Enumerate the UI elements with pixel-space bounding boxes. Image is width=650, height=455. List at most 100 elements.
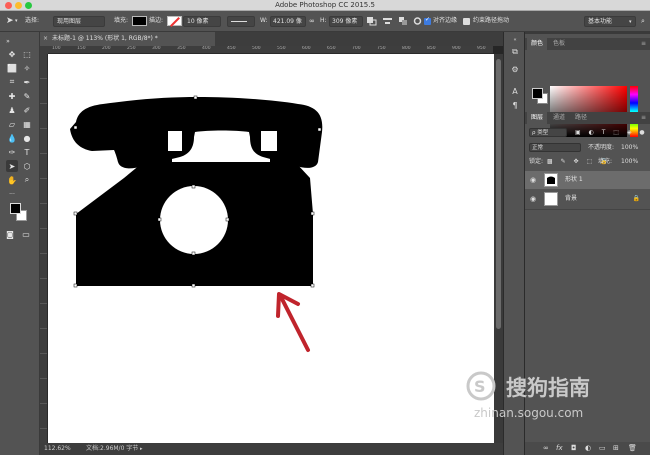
align-edges-checkbox[interactable] — [424, 16, 431, 25]
search-icon[interactable]: ⌕ — [641, 15, 645, 27]
ruler-tick-label: 750 — [377, 46, 386, 51]
tab-channels[interactable]: 通道 — [549, 112, 569, 124]
paragraph-panel-icon[interactable]: ¶ — [509, 100, 521, 112]
delete-layer-icon[interactable]: 🗑 — [628, 444, 637, 452]
status-menu-icon[interactable]: ▸ — [140, 443, 143, 455]
history-panel-icon[interactable]: ⧉ — [509, 46, 521, 58]
shape-tool-icon[interactable]: ⬡ — [21, 160, 33, 172]
path-selection-tool-icon[interactable]: ➤ — [6, 160, 18, 172]
workspace-chevron-down-icon: ▾ — [629, 19, 632, 25]
document-canvas[interactable] — [48, 54, 494, 445]
ruler-origin[interactable] — [40, 46, 48, 54]
workspace-dropdown[interactable]: 基本功能 ▾ — [584, 16, 636, 27]
foreground-color-swatch[interactable] — [10, 203, 21, 214]
stroke-width-field[interactable]: 10 像素 — [183, 16, 221, 27]
color-panel-foreground-swatch[interactable] — [532, 88, 543, 99]
crop-tool-icon[interactable]: ⌗ — [6, 76, 18, 88]
marquee-tool-icon[interactable]: ⬜ — [6, 62, 18, 74]
constrain-path-checkbox[interactable] — [463, 18, 470, 25]
color-panel-menu-icon[interactable]: ≡ — [637, 38, 650, 50]
settings-gear-icon[interactable] — [412, 16, 423, 26]
fill-value[interactable]: 100% — [621, 156, 638, 168]
eraser-tool-icon[interactable]: ▱ — [6, 118, 18, 130]
artboard-tool-icon[interactable]: ⬚ — [21, 48, 33, 60]
layers-panel-menu-icon[interactable]: ≡ — [637, 112, 650, 124]
background-layer-thumbnail — [544, 192, 558, 206]
close-tab-icon[interactable]: × — [43, 32, 48, 46]
tool-preset-dropdown-icon[interactable]: ▾ — [15, 15, 18, 27]
layer-filter-dropdown[interactable]: ρ 类型 — [529, 128, 567, 137]
healing-brush-tool-icon[interactable]: ✚ — [6, 90, 18, 102]
height-value: 309 像素 — [332, 18, 358, 25]
blur-tool-icon[interactable]: 💧 — [6, 132, 18, 144]
opacity-value[interactable]: 100% — [621, 142, 638, 154]
document-tab[interactable]: × 未标题-1 @ 113% (形状 1, RGB/8*) * — [40, 32, 215, 46]
dodge-tool-icon[interactable]: ● — [21, 132, 33, 144]
add-mask-icon[interactable]: ◘ — [571, 444, 577, 452]
svg-text:S: S — [474, 377, 486, 396]
select-dropdown[interactable]: 现用图层 — [53, 16, 105, 27]
clone-stamp-tool-icon[interactable]: ♟ — [6, 104, 18, 116]
layer-row-background[interactable]: ◉ 背景 🔒 — [525, 190, 650, 208]
properties-panel-icon[interactable]: ⚙ — [509, 64, 521, 76]
zoom-level[interactable]: 112.62% — [44, 443, 71, 455]
layer-style-icon[interactable]: fx — [556, 444, 563, 452]
path-select-tool-icon[interactable]: ➤ — [6, 15, 14, 27]
new-layer-icon[interactable]: ⊞ — [613, 444, 619, 452]
layer-row-shape1[interactable]: ◉ 形状 1 — [525, 171, 650, 189]
panel-top-divider — [525, 32, 650, 34]
brush-tool-icon[interactable]: ✎ — [21, 90, 33, 102]
tab-paths[interactable]: 路径 — [571, 112, 591, 124]
hand-tool-icon[interactable]: ✋ — [6, 174, 18, 186]
height-field[interactable]: 309 像素 — [329, 16, 363, 27]
lock-fill-row: 锁定: ▩ ✎ ✥ ⬚ 🔒 填充: 100% — [525, 156, 650, 168]
tab-layers[interactable]: 图层 — [527, 112, 548, 124]
options-bar: ➤ ▾ 选择: 现用图层 填充: 描边: 10 像素 W: 421.09 像 ∞… — [0, 11, 650, 32]
collapse-toolbar-icon[interactable]: » — [2, 35, 14, 47]
path-operations-icon[interactable] — [366, 16, 377, 26]
gradient-tool-icon[interactable]: ▦ — [21, 118, 33, 130]
link-icon[interactable]: ∞ — [309, 15, 315, 27]
eyedropper-tool-icon[interactable]: ✒ — [21, 76, 33, 88]
link-layers-icon[interactable]: ∞ — [543, 444, 549, 452]
zoom-tool-icon[interactable]: ⌕ — [21, 174, 33, 186]
stroke-type-dropdown[interactable] — [227, 16, 255, 27]
more-tools-icon[interactable]: ··· — [6, 188, 18, 200]
ruler-tick-label: 400 — [202, 46, 211, 51]
ruler-tick-label: 700 — [352, 46, 361, 51]
collapse-dock-icon[interactable]: « — [509, 34, 521, 46]
path-arrangement-icon[interactable] — [398, 16, 409, 26]
watermark-logo: S — [466, 371, 496, 401]
vertical-scrollbar-thumb[interactable] — [496, 59, 501, 329]
tab-swatches[interactable]: 色板 — [549, 38, 569, 50]
screen-mode-icon[interactable]: ▭ — [20, 228, 32, 240]
visibility-eye-icon[interactable]: ◉ — [530, 171, 536, 189]
fill-swatch[interactable] — [132, 16, 147, 26]
magic-wand-tool-icon[interactable]: ✧ — [21, 62, 33, 74]
character-panel-icon[interactable]: A — [509, 86, 521, 98]
vertical-ruler[interactable] — [40, 54, 48, 443]
ruler-tick-label: 650 — [327, 46, 336, 51]
horizontal-ruler[interactable]: 100 150 200 250 300 350 400 450 500 550 600 650 700 7… — [48, 46, 493, 54]
ruler-tick-label: 300 — [152, 46, 161, 51]
adjustment-layer-icon[interactable]: ◐ — [585, 444, 591, 452]
fill-label: 填充: — [598, 158, 613, 165]
history-brush-tool-icon[interactable]: ✐ — [21, 104, 33, 116]
stroke-width-value: 10 像素 — [187, 18, 209, 25]
path-alignment-icon[interactable] — [382, 16, 393, 26]
layer-filter-icons[interactable]: ▣ ◐ T ⬚ ◈ ● — [575, 127, 648, 139]
blend-mode-dropdown[interactable]: 正常 — [529, 143, 581, 152]
window-title: Adobe Photoshop CC 2015.5 — [275, 1, 375, 9]
new-group-icon[interactable]: ▭ — [599, 444, 606, 452]
visibility-eye-icon[interactable]: ◉ — [530, 190, 536, 208]
document-tab-bar: × 未标题-1 @ 113% (形状 1, RGB/8*) * — [40, 32, 503, 46]
handset-gap-right — [261, 131, 277, 151]
pen-tool-icon[interactable]: ✑ — [6, 146, 18, 158]
move-tool-icon[interactable]: ✥ — [6, 48, 18, 60]
stroke-swatch[interactable] — [167, 16, 182, 26]
quick-mask-icon[interactable]: ◙ — [4, 228, 16, 240]
tab-color[interactable]: 颜色 — [527, 38, 548, 50]
type-tool-icon[interactable]: T — [21, 146, 33, 158]
width-field[interactable]: 421.09 像 — [270, 16, 306, 27]
h-label: H: — [320, 17, 327, 24]
